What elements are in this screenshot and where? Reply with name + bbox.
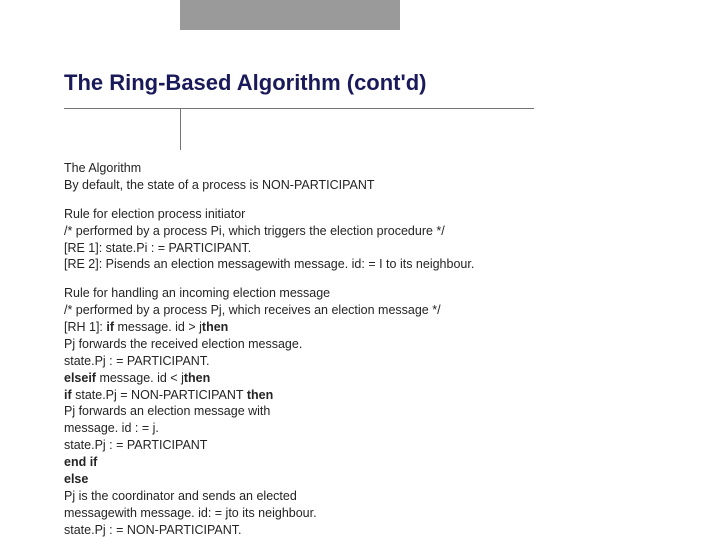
handler-line: [RH 1]: if message. id > jthen bbox=[64, 319, 664, 336]
initiator-line: /* performed by a process Pi, which trig… bbox=[64, 223, 664, 240]
keyword-if: if bbox=[64, 388, 72, 402]
handler-line: if state.Pj = NON-PARTICIPANT then bbox=[64, 387, 664, 404]
handler-line: state.Pj : = PARTICIPANT. bbox=[64, 353, 664, 370]
handler-line: state.Pj : = PARTICIPANT bbox=[64, 437, 664, 454]
keyword-if: if bbox=[106, 320, 114, 334]
text: message. id < j bbox=[96, 371, 184, 385]
initiator-line: [RE 1]: state.Pi : = PARTICIPANT. bbox=[64, 240, 664, 257]
handler-line: /* performed by a process Pj, which rece… bbox=[64, 302, 664, 319]
handler-line: messagewith message. id: = jto its neigh… bbox=[64, 505, 664, 522]
handler-line: state.Pj : = NON-PARTICIPANT. bbox=[64, 522, 664, 539]
slide-body: The Algorithm By default, the state of a… bbox=[64, 160, 664, 540]
initiator-line: [RE 2]: Pisends an election messagewith … bbox=[64, 256, 664, 273]
text: message. id > j bbox=[114, 320, 202, 334]
keyword-endif: end if bbox=[64, 454, 664, 471]
slide-title: The Ring-Based Algorithm (cont'd) bbox=[64, 70, 427, 96]
handler-line: message. id : = j. bbox=[64, 420, 664, 437]
intro-line: The Algorithm bbox=[64, 160, 664, 177]
decorative-bar bbox=[180, 0, 400, 30]
keyword-then: then bbox=[184, 371, 210, 385]
keyword-else: else bbox=[64, 471, 664, 488]
title-vert-line bbox=[180, 108, 181, 150]
handler-line: Pj forwards the received election messag… bbox=[64, 336, 664, 353]
handler-line: Pj is the coordinator and sends an elect… bbox=[64, 488, 664, 505]
handler-line: Rule for handling an incoming election m… bbox=[64, 285, 664, 302]
text: state.Pj = NON-PARTICIPANT bbox=[72, 388, 247, 402]
keyword-then: then bbox=[202, 320, 228, 334]
initiator-line: Rule for election process initiator bbox=[64, 206, 664, 223]
slide: The Ring-Based Algorithm (cont'd) The Al… bbox=[0, 0, 720, 540]
intro-line: By default, the state of a process is NO… bbox=[64, 177, 664, 194]
keyword-then: then bbox=[247, 388, 273, 402]
text: [RH 1]: bbox=[64, 320, 106, 334]
title-underline bbox=[64, 108, 534, 109]
handler-line: elseif message. id < jthen bbox=[64, 370, 664, 387]
handler-line: Pj forwards an election message with bbox=[64, 403, 664, 420]
keyword-elseif: elseif bbox=[64, 371, 96, 385]
